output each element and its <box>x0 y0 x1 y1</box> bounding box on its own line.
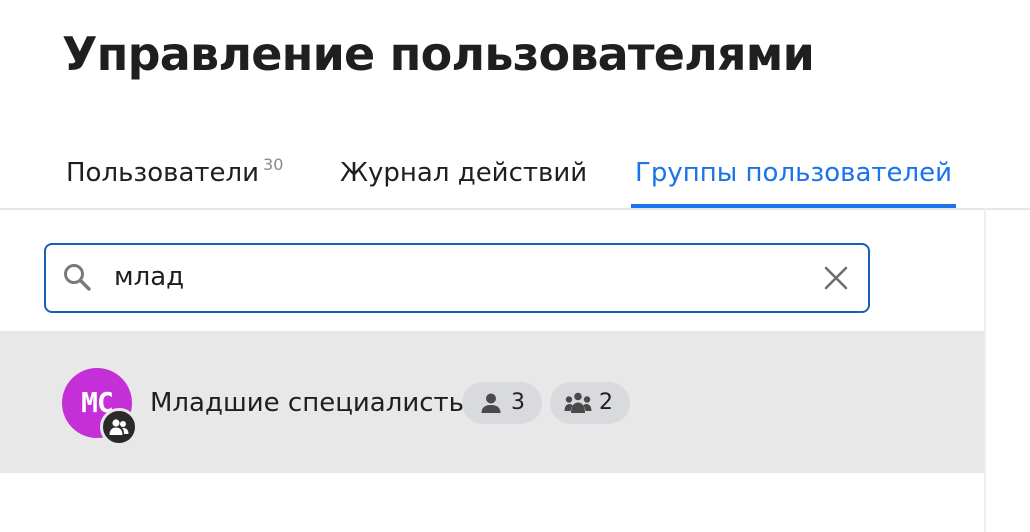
group-badge-icon <box>100 408 138 446</box>
search-icon <box>64 264 91 291</box>
members-count-badge: 3 <box>462 382 542 424</box>
close-icon[interactable] <box>822 264 850 292</box>
tab-users[interactable]: Пользователи 30 <box>66 155 283 206</box>
search-box[interactable] <box>44 243 870 313</box>
group-name: Младшие специалисты <box>150 388 470 418</box>
subgroups-count-badge: 2 <box>550 382 630 424</box>
user-icon <box>481 393 501 413</box>
page-title: Управление пользователями <box>62 27 815 81</box>
tab-users-label: Пользователи <box>66 158 260 188</box>
group-icon <box>109 419 129 435</box>
tab-activity-log[interactable]: Журнал действий <box>340 156 587 206</box>
subgroups-count: 2 <box>599 390 613 415</box>
members-count: 3 <box>511 390 525 415</box>
tab-user-groups[interactable]: Группы пользователей <box>631 156 957 208</box>
tab-activity-log-label: Журнал действий <box>340 158 588 188</box>
tab-users-count: 30 <box>263 155 284 174</box>
group-icon <box>564 392 592 413</box>
panel-divider <box>984 208 986 532</box>
list-item[interactable]: МС Младшие специалисты 3 2 <box>0 331 984 473</box>
tab-user-groups-label: Группы пользователей <box>635 158 953 188</box>
search-input[interactable] <box>114 258 804 296</box>
group-list: МС Младшие специалисты 3 2 <box>0 331 984 473</box>
tabs-bar: Пользователи 30 Журнал действий Группы по… <box>0 140 1030 210</box>
